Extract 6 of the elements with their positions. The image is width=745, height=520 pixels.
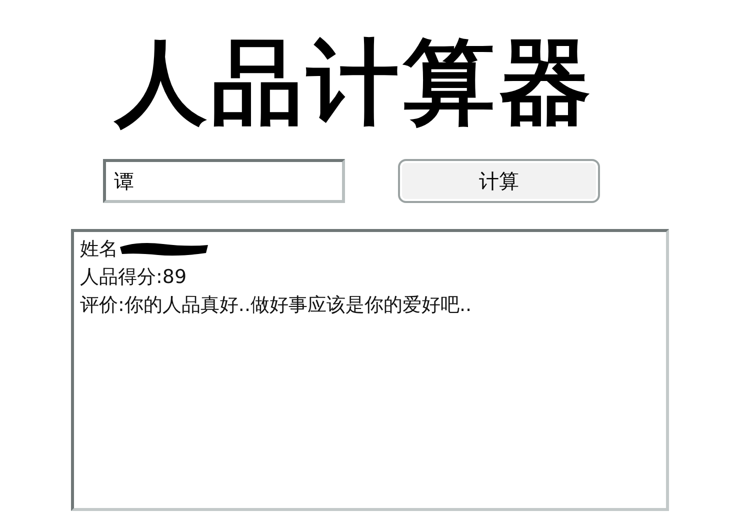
app-title: 人品计算器 xyxy=(112,28,596,138)
result-line: 评价:你的人品真好..做好事应该是你的爱好吧.. xyxy=(80,293,472,318)
name-input[interactable]: 谭 xyxy=(103,159,345,203)
result-line: 姓名 xyxy=(80,237,118,262)
calculate-button[interactable]: 计算 xyxy=(398,159,600,203)
result-line: 人品得分:89 xyxy=(80,265,187,290)
